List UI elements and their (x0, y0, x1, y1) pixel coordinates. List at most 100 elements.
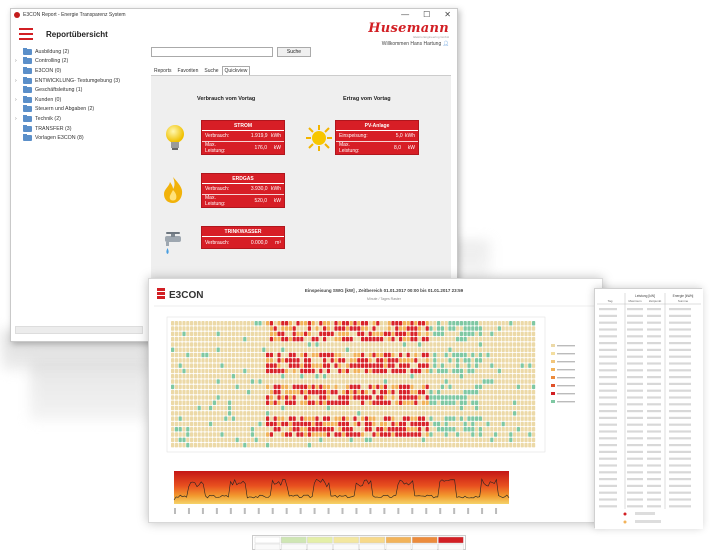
sidebar-item[interactable]: E3CON (0) (11, 66, 149, 76)
heatmap-cell (235, 326, 239, 331)
heatmap-cell (524, 342, 528, 347)
heatmap-cell (516, 379, 520, 384)
heatmap-cell (475, 384, 479, 390)
heatmap-cell (467, 400, 471, 405)
close-button[interactable]: ✕ (444, 10, 451, 19)
strip-tick (215, 508, 218, 514)
sidebar-item[interactable]: › ENTWICKLUNG- Testumgebung (3) (11, 76, 149, 86)
heatmap-cell (440, 389, 444, 395)
heatmap-cell (231, 358, 235, 363)
e3con-logo-mark (157, 288, 165, 299)
heatmap-cell (524, 432, 528, 437)
sidebar-item[interactable]: › Controlling (2) (11, 57, 149, 67)
heatmap-cell (501, 384, 505, 390)
color-scale-canvas (254, 536, 464, 550)
heatmap-cell (182, 400, 186, 405)
sidebar-item[interactable]: › Kunden (0) (11, 95, 149, 105)
heatmap-cell (201, 400, 205, 405)
heatmap-cell (178, 358, 182, 363)
heatmap-cell (395, 421, 399, 427)
table-cell (599, 498, 617, 501)
heatmap-cell (467, 432, 471, 437)
heatmap-cell (513, 352, 517, 358)
heatmap-cell (235, 416, 239, 421)
minimize-button[interactable]: — (401, 10, 409, 19)
sidebar-item[interactable]: TRANSFER (3) (11, 124, 149, 134)
heatmap-cell (193, 368, 197, 374)
heatmap-cell (182, 442, 186, 448)
heatmap-cell (353, 411, 357, 416)
heatmap-cell (361, 368, 365, 374)
heatmap-cell (452, 389, 456, 395)
sidebar-item[interactable]: › Technik (2) (11, 114, 149, 124)
heatmap-cell (364, 432, 368, 437)
heatmap-cell (296, 363, 300, 368)
heatmap-cell (494, 442, 498, 448)
heatmap-cell (315, 389, 319, 395)
sidebar-item[interactable]: Geschäftsleitung (1) (11, 85, 149, 95)
heatmap-cell (349, 416, 353, 421)
sidebar-item[interactable]: Ausbildung (2) (11, 47, 149, 57)
heatmap-cell (353, 342, 357, 347)
heatmap-cell (304, 432, 308, 437)
expand-arrow-icon[interactable]: › (15, 58, 23, 64)
heatmap-cell (482, 389, 486, 395)
heatmap-cell (361, 363, 365, 368)
heatmap-cell (224, 427, 228, 432)
heatmap-cell (228, 437, 232, 443)
heatmap-cell (387, 342, 391, 347)
maximize-button[interactable]: ☐ (423, 10, 430, 19)
heatmap-cell (193, 347, 197, 352)
heatmap-cell (509, 432, 513, 437)
person-icon[interactable]: 👤︎ (443, 41, 449, 47)
heatmap-cell (490, 374, 494, 379)
heatmap-cell (406, 384, 410, 390)
heatmap-cell (247, 432, 251, 437)
search-input[interactable] (151, 47, 273, 57)
heatmap-cell (448, 421, 452, 427)
expand-arrow-icon[interactable]: › (15, 78, 23, 84)
heatmap-cell (292, 421, 296, 427)
heatmap-cell (425, 411, 429, 416)
heatmap-cell (383, 326, 387, 331)
heatmap-cell (338, 437, 342, 443)
heatmap-cell (273, 384, 277, 390)
heatmap-cell (190, 421, 194, 427)
heatmap-cell (433, 384, 437, 390)
heatmap-cell (395, 442, 399, 448)
heatmap-cell (532, 437, 536, 443)
heatmap-cell (235, 352, 239, 358)
heatmap-cell (243, 368, 247, 374)
heatmap-cell (482, 352, 486, 358)
heatmap-cell (475, 421, 479, 427)
heatmap-cell (315, 421, 319, 427)
expand-arrow-icon[interactable]: › (15, 97, 23, 103)
heatmap-cell (425, 384, 429, 390)
sidebar-item[interactable]: Vorlagen E3CON (8) (11, 133, 149, 143)
sidebar-scrollbar[interactable] (15, 326, 143, 334)
heatmap-cell (334, 421, 338, 427)
heatmap-cell (532, 363, 536, 368)
heatmap-cell (292, 400, 296, 405)
heatmap-cell (277, 384, 281, 390)
heatmap-cell (402, 427, 406, 432)
heatmap-cell (456, 331, 460, 337)
search-button[interactable]: Suche (277, 47, 311, 57)
heatmap-cell (205, 331, 209, 337)
expand-arrow-icon[interactable]: › (15, 116, 23, 122)
heatmap-cell (190, 405, 194, 411)
hamburger-menu-icon[interactable] (19, 28, 33, 40)
heatmap-cell (243, 342, 247, 347)
heatmap-cell (501, 352, 505, 358)
heatmap-cell (277, 405, 281, 411)
heatmap-cell (193, 326, 197, 331)
heatmap-cell (231, 389, 235, 395)
heatmap-cell (182, 326, 186, 331)
heatmap-cell (273, 411, 277, 416)
folder-icon (23, 66, 32, 74)
sidebar-item[interactable]: Steuern und Abgaben (2) (11, 105, 149, 115)
heatmap-cell (292, 368, 296, 374)
heatmap-cell (326, 442, 330, 448)
heatmap-cell (501, 421, 505, 427)
heatmap-cell (353, 442, 357, 448)
